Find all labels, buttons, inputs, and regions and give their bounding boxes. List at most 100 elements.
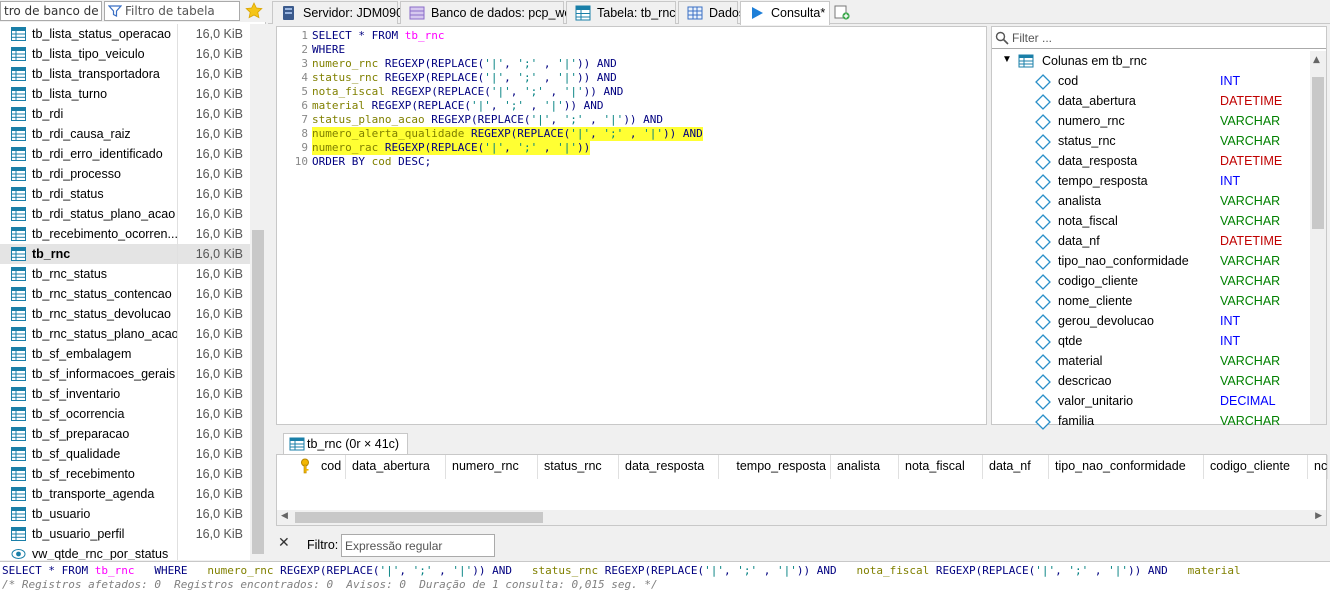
regex-filter-input[interactable]: Expressão regular bbox=[341, 534, 495, 557]
code-line[interactable]: 6 material REGEXP(REPLACE('|', ';' , '|')… bbox=[277, 99, 977, 113]
tree-item-tb_lista_turno[interactable]: tb_lista_turno 16,0 KiB bbox=[0, 84, 250, 104]
scroll-up-icon[interactable]: ▲ bbox=[1313, 55, 1320, 65]
tree-item-tb_recebimento_ocorren[interactable]: tb_recebimento_ocorren... 16,0 KiB bbox=[0, 224, 250, 244]
column-item-data_nf[interactable]: data_nf DATETIME bbox=[1032, 231, 1314, 251]
database-icon bbox=[409, 6, 425, 20]
tab-server[interactable]: Servidor: JDM090 bbox=[272, 1, 403, 24]
results-scrollbar-thumb[interactable] bbox=[295, 512, 543, 523]
column-diamond-icon bbox=[1035, 374, 1051, 390]
column-item-nota_fiscal[interactable]: nota_fiscal VARCHAR bbox=[1032, 211, 1314, 231]
tree-item-tb_rdi_status_plano_acao[interactable]: tb_rdi_status_plano_acao 16,0 KiB bbox=[0, 204, 250, 224]
column-header-analista[interactable]: analista bbox=[831, 455, 899, 479]
code-line[interactable]: 9 numero_rac REGEXP(REPLACE('|', ';' , '|… bbox=[277, 141, 977, 155]
results-horizontal-scrollbar[interactable]: ◀ ▶ bbox=[277, 510, 1326, 525]
left-scrollbar[interactable] bbox=[250, 24, 266, 560]
tree-item-tb_sf_qualidade[interactable]: tb_sf_qualidade 16,0 KiB bbox=[0, 444, 250, 464]
column-header-data_resposta[interactable]: data_resposta bbox=[619, 455, 719, 479]
query-editor[interactable]: 1 SELECT * FROM tb_rnc 2 WHERE 3 numero_rnc R… bbox=[276, 26, 987, 425]
column-header-codigo_cliente[interactable]: codigo_cliente bbox=[1204, 455, 1308, 479]
columns-filter-input[interactable]: Filter ... bbox=[992, 27, 1326, 49]
tree-item-tb_usuario_perfil[interactable]: tb_usuario_perfil 16,0 KiB bbox=[0, 524, 250, 544]
column-diamond-icon bbox=[1035, 394, 1051, 410]
tree-item-tb_rnc[interactable]: tb_rnc 16,0 KiB bbox=[0, 244, 250, 264]
sql-token: , bbox=[623, 127, 644, 140]
table-icon bbox=[11, 407, 26, 421]
tree-item-vw_qtde_rnc_por_status[interactable]: vw_qtde_rnc_por_status bbox=[0, 544, 250, 560]
column-header-data_abertura[interactable]: data_abertura bbox=[346, 455, 446, 479]
column-item-codigo_cliente[interactable]: codigo_cliente VARCHAR bbox=[1032, 271, 1314, 291]
column-item-gerou_devolucao[interactable]: gerou_devolucao INT bbox=[1032, 311, 1314, 331]
tree-item-tb_rdi_status[interactable]: tb_rdi_status 16,0 KiB bbox=[0, 184, 250, 204]
column-item-descricao[interactable]: descricao VARCHAR bbox=[1032, 371, 1314, 391]
code-line[interactable]: 7 status_plano_acao REGEXP(REPLACE('|', '… bbox=[277, 113, 977, 127]
column-item-numero_rnc[interactable]: numero_rnc VARCHAR bbox=[1032, 111, 1314, 131]
tree-item-tb_lista_transportadora[interactable]: tb_lista_transportadora 16,0 KiB bbox=[0, 64, 250, 84]
code-line[interactable]: 2 WHERE bbox=[277, 43, 977, 57]
column-item-cod[interactable]: cod INT bbox=[1032, 71, 1314, 91]
column-item-analista[interactable]: analista VARCHAR bbox=[1032, 191, 1314, 211]
tree-item-tb_sf_informacoes_gerais[interactable]: tb_sf_informacoes_gerais 16,0 KiB bbox=[0, 364, 250, 384]
chevron-down-icon[interactable]: ▼ bbox=[1002, 54, 1012, 65]
tree-item-tb_rdi_causa_raiz[interactable]: tb_rdi_causa_raiz 16,0 KiB bbox=[0, 124, 250, 144]
tree-item-tb_sf_recebimento[interactable]: tb_sf_recebimento 16,0 KiB bbox=[0, 464, 250, 484]
tree-item-tb_rdi_processo[interactable]: tb_rdi_processo 16,0 KiB bbox=[0, 164, 250, 184]
table-filter-input[interactable]: Filtro de tabela bbox=[104, 1, 240, 21]
column-header-numero_rnc[interactable]: numero_rnc bbox=[446, 455, 538, 479]
column-header-tempo_resposta[interactable]: tempo_resposta bbox=[719, 455, 831, 479]
tree-item-label: tb_lista_turno bbox=[32, 87, 108, 101]
results-tab[interactable]: tb_rnc (0r × 41c) bbox=[283, 433, 409, 455]
left-scrollbar-thumb[interactable] bbox=[252, 230, 264, 554]
tree-item-size: 16,0 KiB bbox=[195, 287, 243, 301]
code-line[interactable]: 5 nota_fiscal REGEXP(REPLACE('|', ';' , '… bbox=[277, 85, 977, 99]
column-item-data_abertura[interactable]: data_abertura DATETIME bbox=[1032, 91, 1314, 111]
database-filter-input[interactable]: tro de banco de dad bbox=[0, 1, 102, 21]
column-item-material[interactable]: material VARCHAR bbox=[1032, 351, 1314, 371]
column-header-data_nf[interactable]: data_nf bbox=[983, 455, 1049, 479]
code-line[interactable]: 10 ORDER BY cod DESC; bbox=[277, 155, 977, 169]
tab-grid[interactable]: Dados bbox=[678, 1, 745, 24]
tree-item-tb_rnc_status_contencao[interactable]: tb_rnc_status_contencao 16,0 KiB bbox=[0, 284, 250, 304]
column-item-data_resposta[interactable]: data_resposta DATETIME bbox=[1032, 151, 1314, 171]
tree-item-tb_sf_inventario[interactable]: tb_sf_inventario 16,0 KiB bbox=[0, 384, 250, 404]
column-item-nome_cliente[interactable]: nome_cliente VARCHAR bbox=[1032, 291, 1314, 311]
tree-item-tb_sf_ocorrencia[interactable]: tb_sf_ocorrencia 16,0 KiB bbox=[0, 404, 250, 424]
tree-item-tb_lista_status_operacao[interactable]: tb_lista_status_operacao 16,0 KiB bbox=[0, 24, 250, 44]
column-item-tempo_resposta[interactable]: tempo_resposta INT bbox=[1032, 171, 1314, 191]
star-icon[interactable] bbox=[244, 1, 264, 21]
code-line[interactable]: 1 SELECT * FROM tb_rnc bbox=[277, 29, 977, 43]
column-item-status_rnc[interactable]: status_rnc VARCHAR bbox=[1032, 131, 1314, 151]
column-header-nota_fiscal[interactable]: nota_fiscal bbox=[899, 455, 983, 479]
tree-item-tb_sf_embalagem[interactable]: tb_sf_embalagem 16,0 KiB bbox=[0, 344, 250, 364]
scroll-left-icon[interactable]: ◀ bbox=[281, 511, 288, 521]
tree-item-tb_rnc_status_plano_acao[interactable]: tb_rnc_status_plano_acao 16,0 KiB bbox=[0, 324, 250, 344]
columns-scrollbar[interactable]: ▲ bbox=[1310, 51, 1326, 424]
scroll-right-icon[interactable]: ▶ bbox=[1315, 511, 1322, 521]
column-item-tipo_nao_conformidade[interactable]: tipo_nao_conformidade VARCHAR bbox=[1032, 251, 1314, 271]
tree-item-tb_rnc_status[interactable]: tb_rnc_status 16,0 KiB bbox=[0, 264, 250, 284]
column-item-valor_unitario[interactable]: valor_unitario DECIMAL bbox=[1032, 391, 1314, 411]
tree-item-tb_usuario[interactable]: tb_usuario 16,0 KiB bbox=[0, 504, 250, 524]
column-item-familia[interactable]: familia VARCHAR bbox=[1032, 411, 1314, 431]
new-query-tab-icon[interactable] bbox=[834, 4, 850, 20]
tree-item-tb_rdi_erro_identificado[interactable]: tb_rdi_erro_identificado 16,0 KiB bbox=[0, 144, 250, 164]
tree-item-tb_rdi[interactable]: tb_rdi 16,0 KiB bbox=[0, 104, 250, 124]
tree-item-tb_rnc_status_devolucao[interactable]: tb_rnc_status_devolucao 16,0 KiB bbox=[0, 304, 250, 324]
tree-item-tb_transporte_agenda[interactable]: tb_transporte_agenda 16,0 KiB bbox=[0, 484, 250, 504]
code-line[interactable]: 8 numero_alerta_qualidade REGEXP(REPLACE(… bbox=[277, 127, 977, 141]
column-header-nc[interactable]: nc bbox=[1308, 455, 1328, 479]
columns-scrollbar-thumb[interactable] bbox=[1312, 77, 1324, 229]
tree-item-tb_lista_tipo_veiculo[interactable]: tb_lista_tipo_veiculo 16,0 KiB bbox=[0, 44, 250, 64]
tab-play[interactable]: Consulta* bbox=[740, 1, 830, 25]
tree-item-tb_sf_preparacao[interactable]: tb_sf_preparacao 16,0 KiB bbox=[0, 424, 250, 444]
column-header-tipo_nao_conformidade[interactable]: tipo_nao_conformidade bbox=[1049, 455, 1204, 479]
columns-tree-header[interactable]: ▼ Colunas em tb_rnc bbox=[1002, 54, 1147, 68]
column-header-cod[interactable]: cod bbox=[315, 455, 346, 479]
tab-database[interactable]: Banco de dados: pcp_web bbox=[400, 1, 578, 24]
code-line[interactable]: 3 numero_rnc REGEXP(REPLACE('|', ';' , '|… bbox=[277, 57, 977, 71]
column-item-qtde[interactable]: qtde INT bbox=[1032, 331, 1314, 351]
sql-token: status_rnc bbox=[312, 71, 379, 84]
close-filter-icon[interactable]: ✕ bbox=[278, 535, 290, 551]
code-line[interactable]: 4 status_rnc REGEXP(REPLACE('|', ';' , '|… bbox=[277, 71, 977, 85]
tab-table[interactable]: Tabela: tb_rnc bbox=[566, 1, 676, 24]
column-header-status_rnc[interactable]: status_rnc bbox=[538, 455, 619, 479]
